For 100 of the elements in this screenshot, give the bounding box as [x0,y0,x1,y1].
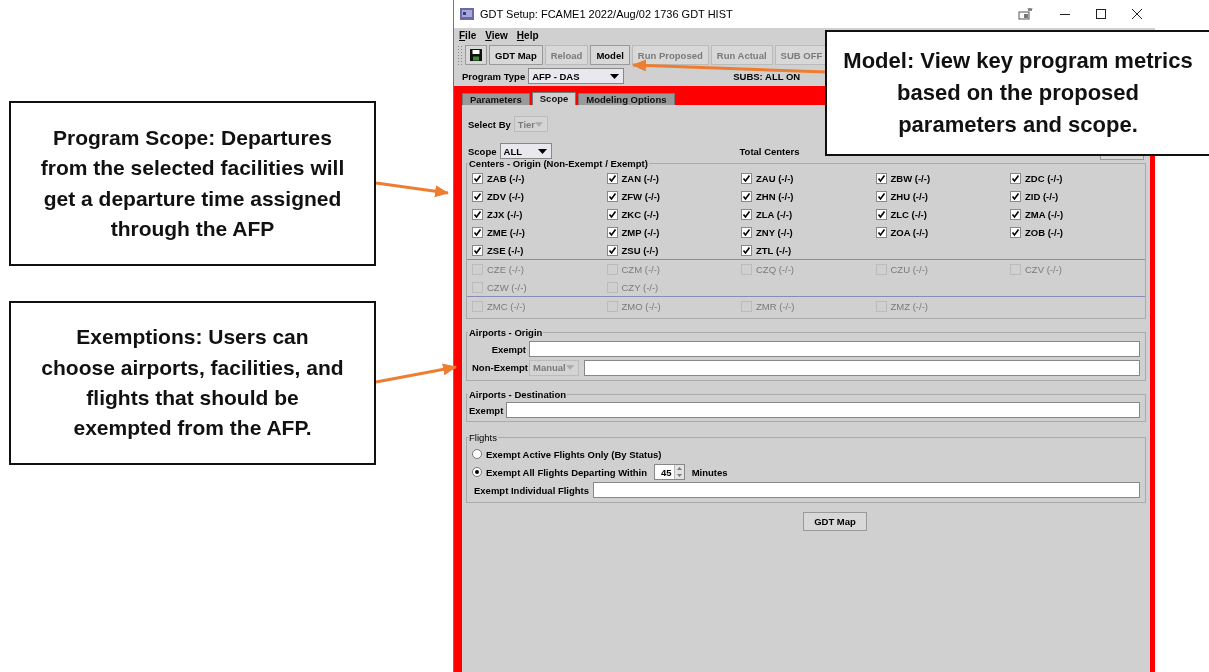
field-label: Minutes [691,466,728,478]
checkbox-label: ZMP (-/-) [621,226,660,238]
checkbox-label: ZME (-/-) [487,226,525,238]
checkbox-label: ZMA (-/-) [1025,208,1064,220]
checkbox-label: ZSE (-/-) [487,244,524,256]
checkbox-label: CZU (-/-) [890,263,928,275]
checkbox[interactable] [606,244,618,256]
checkbox[interactable] [606,208,618,220]
menu-item[interactable]: Help [516,29,539,41]
checkbox[interactable] [741,190,752,202]
checkbox-label: ZMC (-/-) [487,300,526,312]
gdt-map-button[interactable]: GDT Map [803,512,867,531]
total-centers-label: Total Centers [739,145,800,157]
checkbox[interactable] [741,244,752,256]
checkbox[interactable] [1010,226,1021,238]
checkbox[interactable] [875,190,887,202]
checkbox-label: ZMZ (-/-) [890,300,928,312]
checkbox-label: ZAU (-/-) [756,172,794,184]
checkbox[interactable] [1010,208,1021,220]
save-button[interactable] [465,45,487,65]
checkbox[interactable] [1010,172,1021,184]
radio-label: Exempt Active Flights Only (By Status) [486,448,662,460]
callout-text: Program Scope: Departures from the selected facilities will get a departure time assigned through the AFP [39,124,346,242]
checkbox[interactable] [875,172,887,184]
subs-status: SUBS: ALL ON [733,70,801,82]
checkbox[interactable] [875,208,887,220]
callout-text: Model: View key program metrics based on the proposed parameters and scope. [842,47,1194,139]
tab[interactable]: Modeling Options [578,93,675,105]
callout-text: Exemptions: Users can choose airports, facilities, and flights that should be exempted from the AFP. [41,324,344,442]
section-title: Airports - Destination [468,389,568,400]
maximize-icon[interactable] [1096,9,1106,19]
checkbox-label: ZMR (-/-) [756,300,795,312]
caret-icon [537,148,547,154]
radio-button[interactable] [472,449,482,459]
close-icon[interactable] [1132,9,1142,19]
dropdown[interactable]: AFP - DAS [528,68,625,84]
checkbox-label: ZSU (-/-) [621,244,659,256]
checkbox[interactable] [741,226,752,238]
checkbox[interactable] [472,190,483,202]
dropdown[interactable]: ALL [499,143,552,159]
field-label: Select By [468,118,511,130]
checkbox[interactable] [1010,190,1021,202]
tab[interactable]: Scope [531,92,577,105]
checkbox-label: ZNY (-/-) [756,226,793,238]
section-title: Centers - Origin (Non-Exempt / Exempt) [468,158,649,169]
checkbox-label: ZAN (-/-) [621,172,659,184]
checkbox-label: ZDC (-/-) [1025,172,1063,184]
checkbox-label: ZFW (-/-) [621,190,660,202]
checkbox[interactable] [472,244,483,256]
save-icon [470,49,482,61]
toolbar-button[interactable]: Model [590,45,630,65]
section-title: Flights [468,432,498,443]
checkbox-label: CZQ (-/-) [756,263,794,275]
checkbox-label: ZHN (-/-) [756,190,794,202]
field-label: Scope [468,145,497,157]
checkbox-label: ZMO (-/-) [621,300,661,312]
checkbox[interactable] [606,190,618,202]
checkbox[interactable] [472,208,483,220]
checkbox[interactable] [472,172,483,184]
input-field[interactable] [593,482,1140,498]
checkbox-label: CZV (-/-) [1025,263,1062,275]
checkbox-label: CZW (-/-) [487,281,527,293]
checkbox-label: ZOA (-/-) [890,226,929,238]
checkbox[interactable] [741,172,752,184]
checkbox-label: ZHU (-/-) [890,190,928,202]
input-field[interactable] [506,402,1140,418]
menu-item[interactable]: File [459,29,477,41]
checkbox-label: ZID (-/-) [1025,190,1059,202]
app-icon [460,8,474,20]
checkbox-label: ZJX (-/-) [487,208,523,220]
checkbox[interactable] [472,226,483,238]
checkbox-label: CZE (-/-) [487,263,524,275]
input-field[interactable] [584,359,1140,376]
caret-icon [535,121,543,127]
window-title: GDT Setup: FCAME1 2022/Aug/02 1736 GDT HIST [480,8,733,20]
radio-button[interactable] [472,467,482,477]
radio-label: Exempt All Flights Departing Within [486,466,648,478]
menu-item[interactable]: View [485,29,508,41]
checkbox-label: CZM (-/-) [621,263,660,275]
checkbox-label: ZLA (-/-) [756,208,793,220]
checkbox[interactable] [741,208,752,220]
checkbox-label: ZKC (-/-) [621,208,659,220]
checkbox[interactable] [606,172,618,184]
checkbox-label: ZLC (-/-) [890,208,927,220]
minutes-spinner[interactable]: 45 [654,464,685,480]
checkbox-label: ZAB (-/-) [487,172,525,184]
tab[interactable]: Parameters [462,93,530,105]
checkbox-label: ZDV (-/-) [487,190,524,202]
caret-icon [610,73,620,79]
caret-icon [565,365,574,370]
checkbox-label: ZOB (-/-) [1025,226,1063,238]
toolbar-button[interactable]: GDT Map [489,45,543,65]
checkbox-label: CZY (-/-) [621,281,659,293]
field-label: Non-Exempt [472,362,526,373]
checkbox-label: ZTL (-/-) [756,244,792,256]
monitor-icon[interactable] [1018,7,1034,21]
checkbox[interactable] [606,226,618,238]
checkbox[interactable] [875,226,887,238]
checkbox-label: ZBW (-/-) [890,172,931,184]
input-field[interactable] [529,341,1140,357]
